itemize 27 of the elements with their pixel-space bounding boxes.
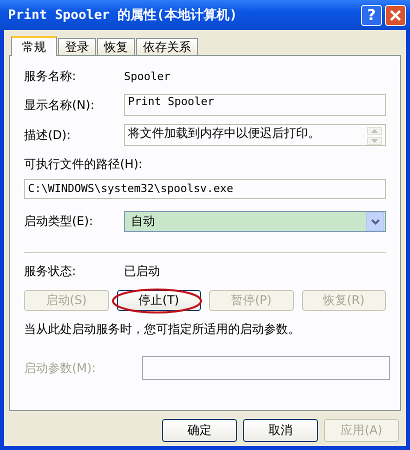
field-label: 描述(D):	[24, 126, 72, 144]
dialog-button[interactable]: 取消	[243, 419, 318, 442]
scroll-up-icon[interactable]	[367, 127, 382, 135]
description-field[interactable]: 将文件加载到内存中以便迟后打印。	[124, 124, 386, 146]
field-label: 服务状态:	[24, 263, 78, 280]
tab[interactable]: 登录	[58, 38, 96, 55]
field-label: 启动类型(E):	[24, 213, 94, 230]
tab[interactable]: 恢复	[97, 38, 135, 55]
field-label: 启动参数(M):	[24, 360, 97, 376]
path-field: C:\WINDOWS\system32\spoolsv.exe	[24, 179, 386, 199]
description-text: 将文件加载到内存中以便迟后打印。	[128, 125, 320, 142]
field-label: 可执行文件的路径(H):	[24, 156, 142, 173]
service-status-value: 已启动	[124, 263, 160, 280]
chevron-down-icon[interactable]	[366, 212, 384, 231]
field-label: 显示名称(N):	[24, 96, 96, 114]
help-button[interactable]: ?	[361, 4, 382, 26]
close-icon[interactable]	[385, 4, 406, 26]
display-name-field[interactable]: Print Spooler	[124, 94, 386, 116]
dialog-button[interactable]: 确定	[162, 419, 237, 442]
scroll-down-icon[interactable]	[367, 137, 382, 145]
tab[interactable]: 依存关系	[136, 38, 198, 55]
hint-text: 当从此处启动服务时，您可指定所适用的启动参数。	[24, 321, 301, 338]
startup-type-dropdown[interactable]: 自动	[124, 211, 386, 232]
field-label: 服务名称:	[24, 68, 78, 84]
window-title: Print Spooler 的属性(本地计算机)	[8, 7, 238, 24]
service-name-value: Spooler	[124, 70, 170, 82]
tab[interactable]: 常规	[11, 36, 57, 56]
